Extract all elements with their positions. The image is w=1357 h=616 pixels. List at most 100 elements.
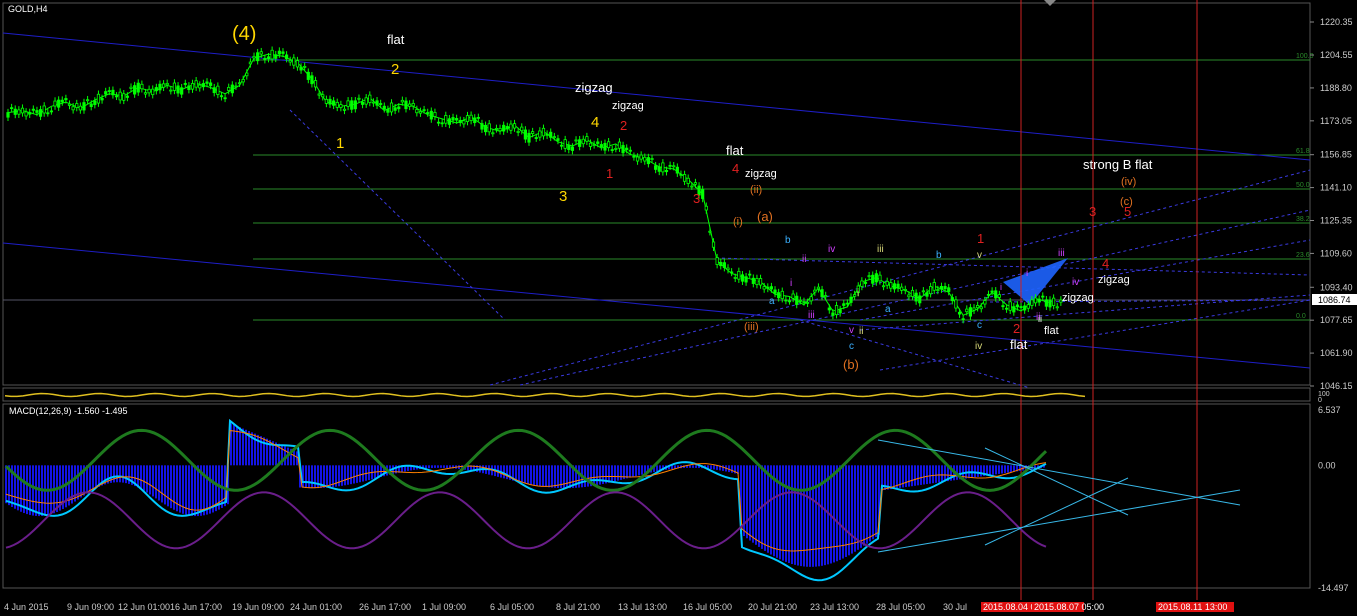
- candle-body: [552, 136, 556, 139]
- candle-body: [408, 103, 412, 107]
- candle-body: [1030, 299, 1034, 306]
- candle-body: [143, 92, 148, 95]
- wave-label: 1: [336, 135, 344, 152]
- candle-body: [701, 189, 705, 199]
- candle-body: [230, 84, 234, 94]
- candle-body: [654, 165, 658, 170]
- wave-label: iv: [828, 244, 835, 255]
- candle-body: [603, 142, 607, 151]
- wave-label: a: [769, 296, 775, 307]
- candle-body: [96, 93, 101, 104]
- wave-label: flat: [387, 32, 405, 47]
- wave-label: i: [790, 278, 792, 289]
- candle-body: [578, 139, 582, 147]
- candle-body: [473, 117, 477, 124]
- candle-body: [248, 61, 253, 65]
- time-tick-label: 19 Jun 09:00: [232, 602, 284, 612]
- candle-body: [791, 293, 795, 299]
- candle-body: [849, 296, 853, 303]
- candle-body: [632, 155, 636, 158]
- candle-body: [863, 281, 868, 284]
- candle-body: [874, 273, 878, 283]
- wave-label: v: [849, 325, 854, 336]
- candle-body: [1012, 306, 1016, 313]
- candle-body: [38, 109, 43, 117]
- candle-body: [610, 149, 614, 151]
- candle-body: [715, 257, 719, 265]
- candle-body: [939, 286, 944, 290]
- time-tick-label: 13 Jul 13:00: [618, 602, 667, 612]
- candle-body: [346, 100, 350, 107]
- candle-body: [78, 105, 82, 111]
- candle-body: [704, 205, 708, 211]
- candle-body: [820, 289, 824, 298]
- candle-body: [201, 83, 205, 88]
- candle-body: [1044, 299, 1048, 307]
- candle-body: [592, 144, 596, 146]
- candle-body: [516, 131, 520, 133]
- time-tick-label: 6 Jul 05:00: [490, 602, 534, 612]
- candle-body: [31, 108, 35, 111]
- candle-body: [433, 112, 437, 117]
- candle-body: [690, 185, 694, 188]
- wave-label: zigzag: [1098, 274, 1130, 286]
- candle-body: [534, 137, 538, 139]
- candle-body: [679, 173, 683, 176]
- candle-body: [310, 75, 314, 85]
- candle-body: [682, 174, 687, 182]
- candle-body: [900, 286, 904, 291]
- candle-body: [67, 103, 72, 106]
- wave-label: iii: [808, 310, 815, 321]
- candle-body: [635, 156, 640, 162]
- candle-body: [748, 273, 752, 276]
- time-tick-label: 9 Jun 09:00: [67, 602, 114, 612]
- candle-body: [968, 307, 973, 317]
- time-tick-label: 23 Jul 13:00: [810, 602, 859, 612]
- time-tick-label: 12 Jun 01:00: [118, 602, 170, 612]
- candle-body: [274, 54, 278, 59]
- price-tick-label: 1125.35: [1320, 216, 1352, 226]
- candle-body: [353, 100, 357, 110]
- candle-body: [455, 118, 459, 121]
- time-tick-label: 26 Jun 17:00: [359, 602, 411, 612]
- candle-body: [82, 102, 86, 111]
- candle-body: [892, 283, 897, 290]
- candle-body: [1041, 295, 1045, 298]
- candle-body: [520, 126, 524, 132]
- candle-body: [151, 88, 155, 96]
- candle-body: [118, 91, 122, 101]
- candle-body: [1019, 306, 1023, 308]
- candle-body: [364, 97, 368, 105]
- candle-body: [462, 120, 466, 125]
- candle-body: [824, 295, 828, 298]
- candle-body: [190, 83, 195, 90]
- candle-body: [429, 110, 433, 120]
- candle-body: [531, 131, 535, 134]
- candle-body: [661, 162, 665, 173]
- candle-body: [813, 289, 817, 293]
- candle-body: [10, 107, 14, 110]
- candle-body: [802, 301, 806, 303]
- candle-body: [834, 305, 839, 315]
- candle-body: [176, 85, 180, 94]
- candle-body: [129, 86, 133, 89]
- wave-label: 2: [391, 61, 399, 78]
- candle-body: [209, 82, 213, 86]
- candle-body: [107, 90, 111, 92]
- candle-body: [860, 280, 864, 287]
- time-tick-label: 16 Jun 17:00: [170, 602, 222, 612]
- gold-h4-chart[interactable]: GOLD,H4 MACD(12,26,9) -1.560 -1.495 100.…: [0, 0, 1357, 616]
- candle-body: [93, 100, 97, 106]
- candle-body: [1023, 305, 1027, 311]
- candle-body: [780, 290, 784, 300]
- candle-body: [936, 289, 940, 291]
- candle-body: [136, 82, 140, 93]
- candle-body: [563, 139, 567, 149]
- candle-body: [711, 241, 716, 248]
- candle-body: [965, 308, 969, 313]
- candle-body: [896, 283, 900, 289]
- candle-body: [227, 86, 231, 91]
- wave-label: b: [785, 235, 791, 246]
- candle-body: [389, 102, 394, 113]
- candle-body: [266, 56, 271, 60]
